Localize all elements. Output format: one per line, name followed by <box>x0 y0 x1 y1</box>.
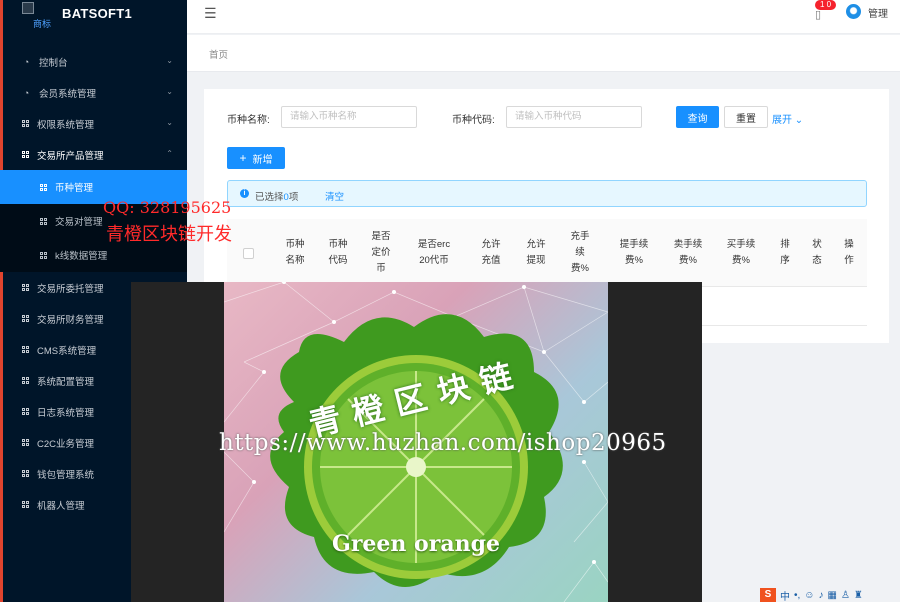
column-header[interactable]: 提手续 费% <box>614 237 654 269</box>
notification-badge: 1 0 <box>815 0 837 10</box>
grid-icon <box>22 315 29 322</box>
emoji-icon[interactable]: ☺ <box>804 590 814 601</box>
ime-language[interactable]: 中 <box>780 588 790 602</box>
sidebar-item-dashboard[interactable]: ◔ 控制台 ⌄ <box>0 46 187 77</box>
sidebar-item-label: 权限系统管理 <box>37 119 95 131</box>
grid-icon <box>22 439 29 446</box>
sidebar-item-label: 交易所财务管理 <box>37 314 104 326</box>
sidebar-subitem-label: 币种管理 <box>55 183 94 194</box>
column-header[interactable]: 操作 <box>840 237 858 269</box>
query-button[interactable]: 查询 <box>676 106 719 128</box>
keyboard-icon[interactable]: ▦ <box>828 590 837 601</box>
watermark-qq: QQ: 328195625 <box>103 198 232 217</box>
sidebar-item-permissions[interactable]: 权限系统管理 ⌄ <box>0 108 187 139</box>
expand-label: 展开 <box>772 115 792 126</box>
top-header: ☰ ▯ 1 0 管理 <box>187 0 900 34</box>
chevron-down-icon: ⌄ <box>794 115 804 126</box>
select-all-checkbox[interactable] <box>243 248 254 259</box>
grid-icon <box>22 284 29 291</box>
breadcrumb: 首页 <box>187 35 900 72</box>
column-header[interactable]: 币种 名称 <box>280 237 310 269</box>
chevron-up-icon: ⌃ <box>166 149 173 158</box>
column-header[interactable]: 允许 充值 <box>476 237 506 269</box>
currency-code-label: 币种代码: <box>452 115 495 126</box>
logo-broken-image-icon <box>22 2 34 14</box>
sidebar-subitem-label: 交易对管理 <box>55 217 103 228</box>
sidebar-item-exchange-products[interactable]: 交易所产品管理 ⌃ <box>0 139 187 170</box>
column-header[interactable]: 充手续费% <box>565 229 595 277</box>
breadcrumb-home[interactable]: 首页 <box>209 47 228 61</box>
sidebar-item-label: 控制台 <box>39 57 68 69</box>
grid-icon <box>22 346 29 353</box>
reset-button[interactable]: 重置 <box>724 106 768 128</box>
column-header[interactable]: 卖手续 费% <box>668 237 708 269</box>
dashboard-icon: ◔ <box>23 56 30 67</box>
column-header[interactable]: 币种 代码 <box>323 237 353 269</box>
column-header[interactable]: 买手续 费% <box>721 237 761 269</box>
sidebar-item-label: CMS系统管理 <box>37 345 97 357</box>
grid-icon <box>22 151 29 158</box>
grid-icon <box>40 217 47 225</box>
sidebar-item-label: 钱包管理系统 <box>37 469 95 481</box>
grid-icon <box>40 183 47 191</box>
ime-tray: S 中 •, ☺ ♪ ▦ ♙ ♜ <box>760 588 900 602</box>
column-header[interactable]: 允许 提现 <box>521 237 551 269</box>
selection-text: 已选择0项 <box>255 192 299 203</box>
app-title: BATSOFT1 <box>62 6 133 21</box>
watermark-url: https://www.huzhan.com/ishop20965 <box>219 430 667 456</box>
sidebar-item-label: C2C业务管理 <box>37 438 95 450</box>
chevron-down-icon: ⌄ <box>166 56 173 65</box>
chevron-down-icon: ⌄ <box>166 118 173 127</box>
microphone-icon[interactable]: ♪ <box>819 590 824 601</box>
sidebar-item-label: 交易所委托管理 <box>37 283 104 295</box>
clear-selection-link[interactable]: 清空 <box>325 189 344 203</box>
sidebar-item-label: 系统配置管理 <box>37 376 95 388</box>
avatar[interactable] <box>846 4 861 19</box>
column-header[interactable]: 排序 <box>776 237 794 269</box>
currency-name-input[interactable]: 请输入币种名称 <box>281 106 417 128</box>
grid-icon <box>22 377 29 384</box>
sidebar-item-label: 机器人管理 <box>37 500 85 512</box>
add-button-label: 新增 <box>252 154 273 166</box>
poster-subtitle: Green orange <box>332 531 500 557</box>
plus-icon: + <box>239 151 247 165</box>
chevron-down-icon: ⌄ <box>166 87 173 96</box>
currency-name-label: 币种名称: <box>227 115 270 126</box>
table-header: 币种 名称 币种 代码 是否 定价币 是否erc 20代币 允许 充值 允许 提现 充手续费… <box>227 219 867 287</box>
add-button[interactable]: + 新增 <box>227 147 285 169</box>
watermark-developer: 青橙区块链开发 <box>106 224 232 245</box>
selection-alert: i 已选择0项 清空 <box>227 180 867 207</box>
sidebar-item-label: 日志系统管理 <box>37 407 95 419</box>
grid-icon <box>40 251 47 259</box>
user-icon[interactable]: ♙ <box>841 590 850 601</box>
logo-alt-text: 商标 <box>33 19 52 29</box>
column-header[interactable]: 状态 <box>808 237 826 269</box>
ime-logo[interactable]: S <box>760 588 776 602</box>
expand-link[interactable]: 展开 ⌄ <box>772 111 803 126</box>
grid-icon <box>22 120 29 127</box>
grid-icon <box>22 470 29 477</box>
dashboard-icon: ◔ <box>23 87 30 98</box>
grid-icon <box>22 501 29 508</box>
info-icon: i <box>240 189 249 198</box>
currency-code-input[interactable]: 请输入币种代码 <box>506 106 642 128</box>
hamburger-icon[interactable]: ☰ <box>204 5 217 22</box>
grid-icon <box>22 408 29 415</box>
column-header[interactable]: 是否 定价币 <box>366 229 396 277</box>
sidebar-item-label: 会员系统管理 <box>39 88 97 100</box>
user-name[interactable]: 管理 <box>868 5 888 20</box>
sidebar-item-members[interactable]: ◔ 会员系统管理 ⌄ <box>0 77 187 108</box>
logo[interactable]: 商标 BATSOFT1 <box>0 0 187 36</box>
sidebar-item-label: 交易所产品管理 <box>37 150 104 162</box>
sidebar-subitem-label: k线数据管理 <box>55 251 108 262</box>
column-header[interactable]: 是否erc 20代币 <box>411 237 457 269</box>
shirt-icon[interactable]: ♜ <box>854 590 863 601</box>
punctuation-icon[interactable]: •, <box>794 590 800 601</box>
